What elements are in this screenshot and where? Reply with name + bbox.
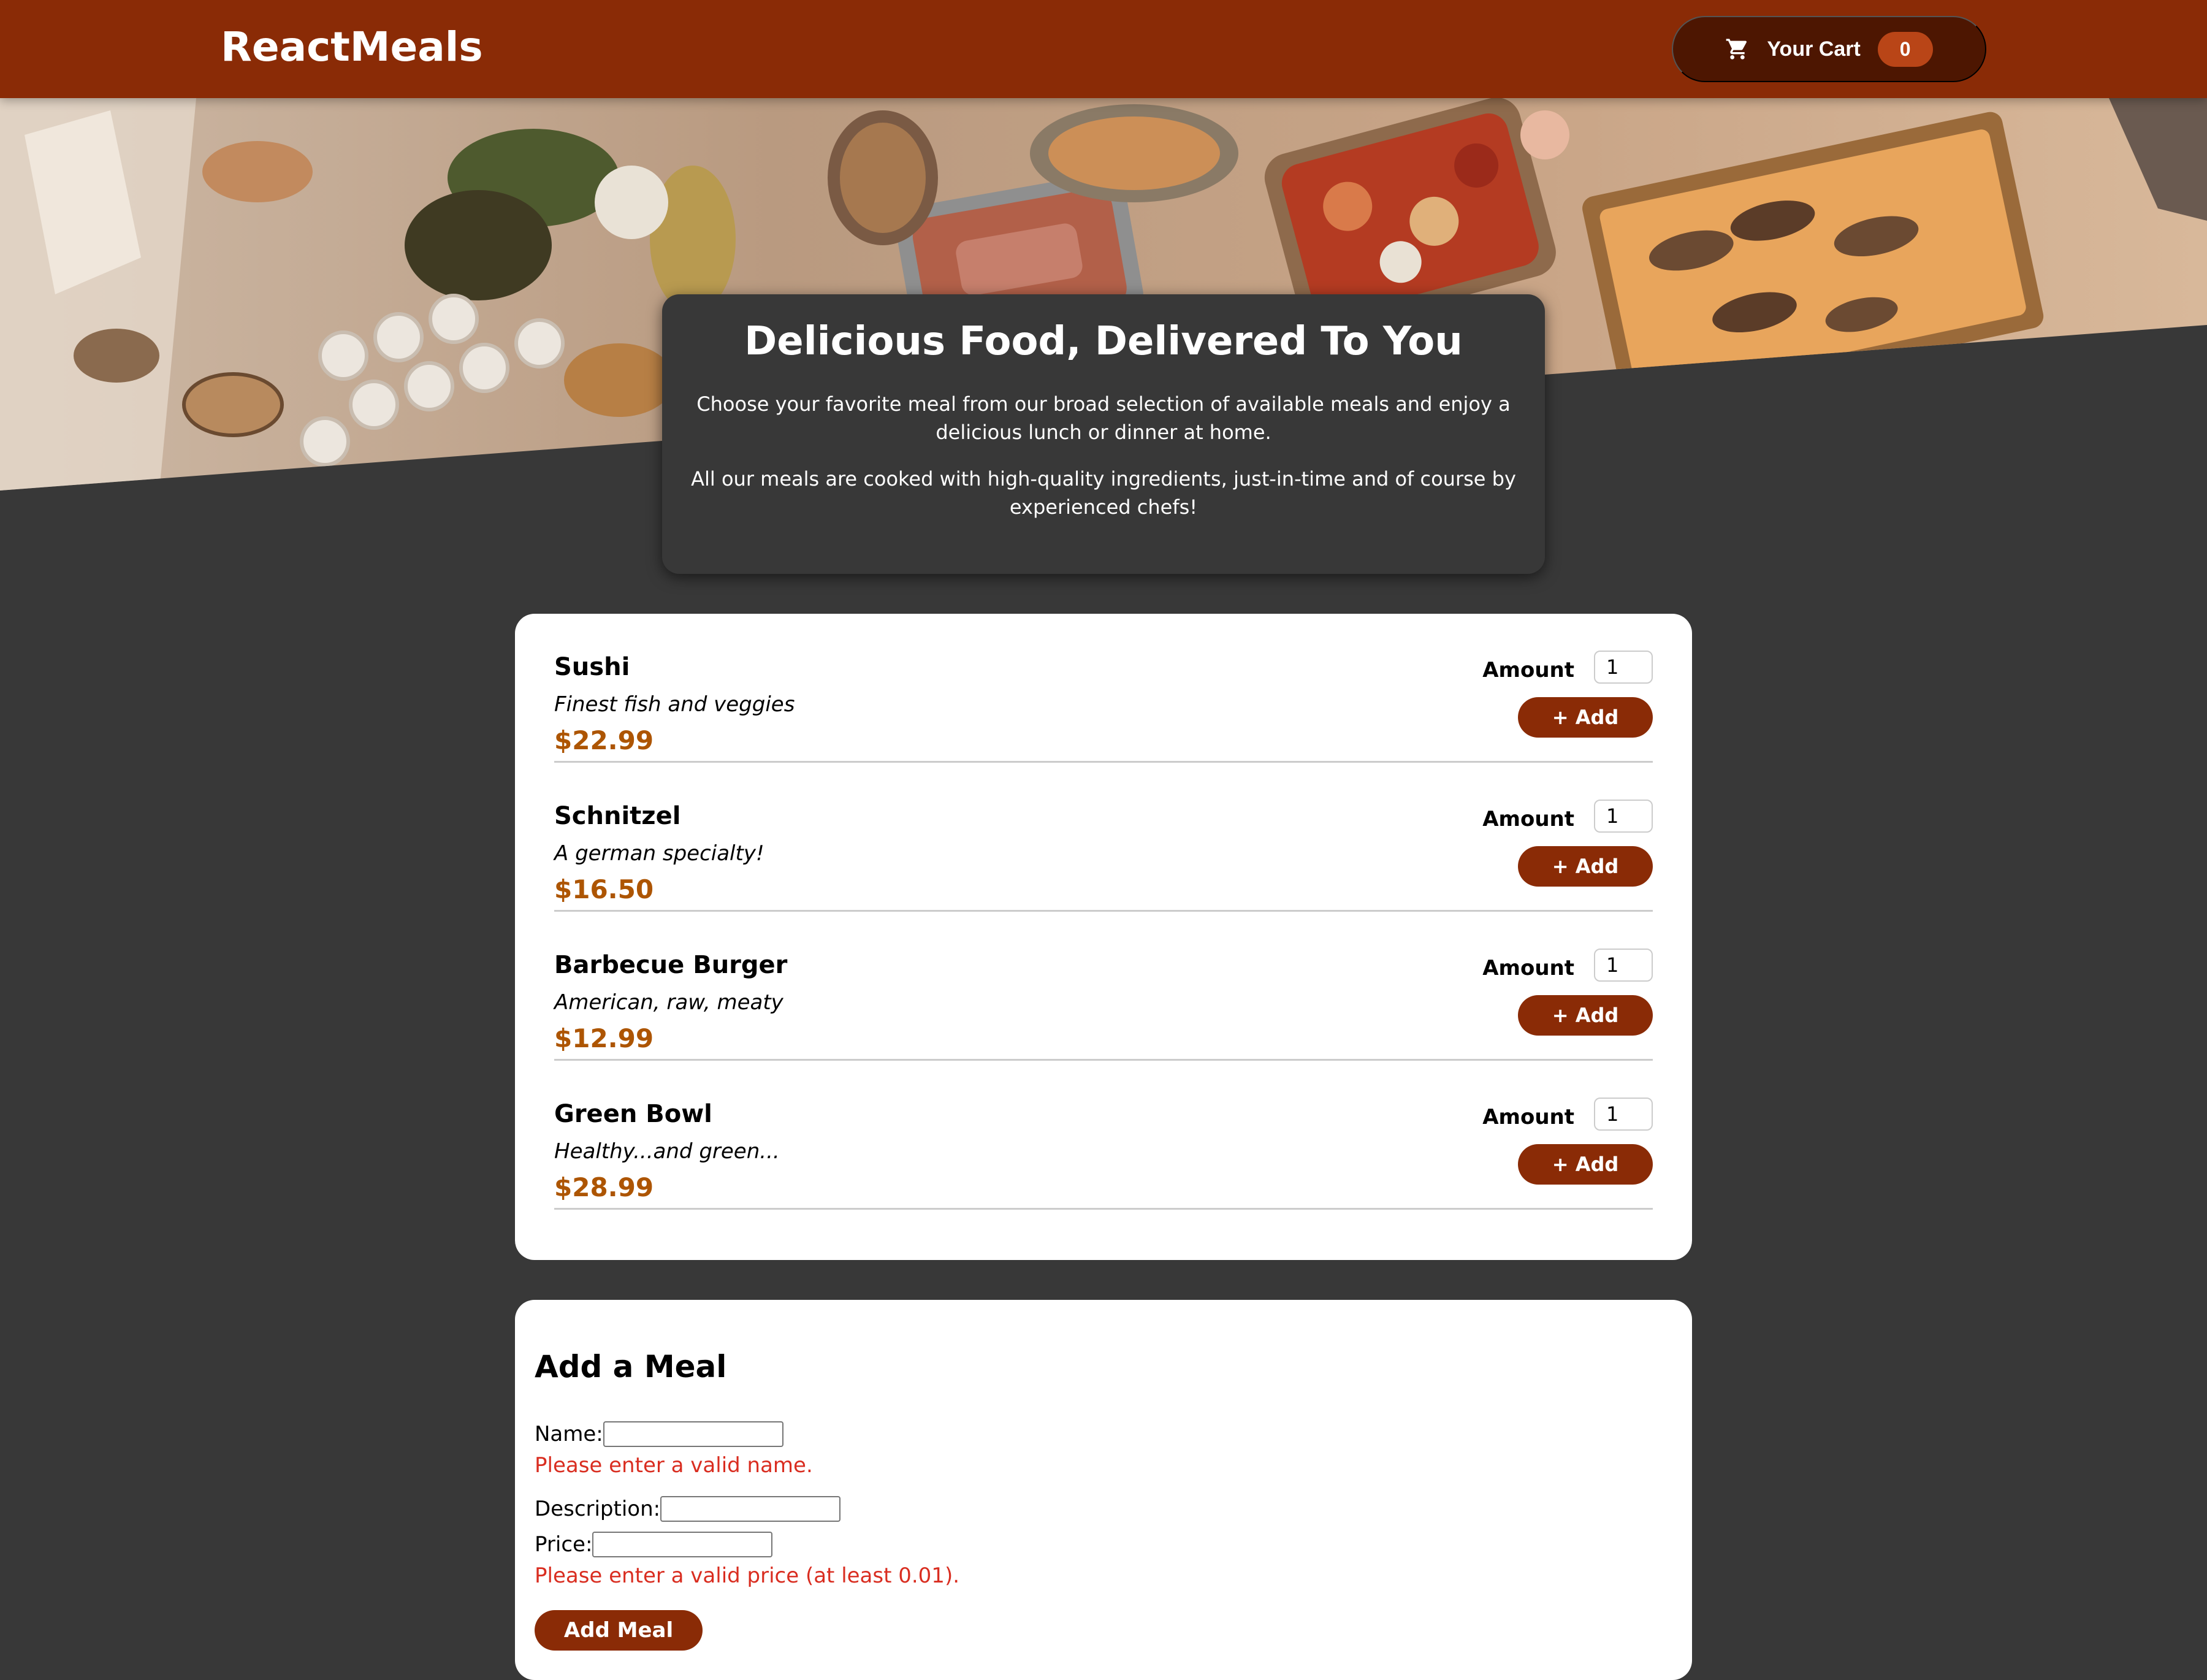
meal-description: American, raw, meaty <box>554 990 783 1015</box>
summary-paragraph-1: Choose your favorite meal from our broad… <box>696 392 1511 444</box>
meals-summary: Delicious Food, Delivered To You Choose … <box>662 294 1545 574</box>
cart-icon <box>1725 37 1750 61</box>
meal-name: Green Bowl <box>554 1100 712 1128</box>
add-meal-title: Add a Meal <box>535 1349 727 1384</box>
logo: ReactMeals <box>221 23 483 71</box>
add-meal-card: Add a Meal Name: Please enter a valid na… <box>515 1300 1692 1680</box>
amount-input[interactable] <box>1594 1098 1653 1131</box>
amount-label: Amount <box>1482 1105 1574 1129</box>
description-input[interactable] <box>660 1496 841 1522</box>
cart-label: Your Cart <box>1767 37 1861 61</box>
amount-input[interactable] <box>1594 949 1653 982</box>
price-field-row: Price: <box>535 1530 1672 1559</box>
add-to-cart-button[interactable]: + Add <box>1518 995 1653 1036</box>
name-input[interactable] <box>603 1421 783 1447</box>
price-input[interactable] <box>592 1532 773 1557</box>
description-field-row: Description: <box>535 1495 1672 1523</box>
description-label: Description: <box>535 1497 661 1521</box>
meal-item: Barbecue Burger American, raw, meaty $12… <box>554 912 1653 1061</box>
meal-description: A german specialty! <box>554 841 764 866</box>
name-error-message: Please enter a valid name. <box>535 1453 813 1478</box>
meal-name: Barbecue Burger <box>554 951 788 979</box>
add-to-cart-button[interactable]: + Add <box>1518 1144 1653 1185</box>
meal-price: $28.99 <box>554 1172 654 1202</box>
meal-price: $12.99 <box>554 1023 654 1053</box>
price-error-message: Please enter a valid price (at least 0.0… <box>535 1564 960 1588</box>
meals-card: Sushi Finest fish and veggies $22.99 Amo… <box>515 614 1692 1260</box>
meals-list: Sushi Finest fish and veggies $22.99 Amo… <box>554 614 1653 1210</box>
meal-name: Sushi <box>554 653 630 681</box>
summary-paragraph-2: All our meals are cooked with high-quali… <box>691 467 1516 519</box>
add-meal-button[interactable]: Add Meal <box>535 1610 703 1651</box>
amount-input[interactable] <box>1594 800 1653 833</box>
cart-button[interactable]: Your Cart 0 <box>1672 16 1986 82</box>
meal-name: Schnitzel <box>554 802 681 830</box>
meal-price: $22.99 <box>554 725 654 755</box>
amount-label: Amount <box>1482 658 1574 682</box>
meal-item: Green Bowl Healthy...and green... $28.99… <box>554 1061 1653 1210</box>
amount-input[interactable] <box>1594 651 1653 684</box>
add-to-cart-button[interactable]: + Add <box>1518 697 1653 738</box>
price-label: Price: <box>535 1532 593 1557</box>
name-label: Name: <box>535 1422 603 1446</box>
name-field-row: Name: <box>535 1420 1672 1448</box>
meal-description: Healthy...and green... <box>554 1139 780 1164</box>
amount-label: Amount <box>1482 956 1574 980</box>
meal-description: Finest fish and veggies <box>554 692 795 717</box>
meal-item: Schnitzel A german specialty! $16.50 Amo… <box>554 763 1653 912</box>
meal-price: $16.50 <box>554 874 654 904</box>
amount-label: Amount <box>1482 807 1574 831</box>
cart-count-badge: 0 <box>1877 31 1933 67</box>
app-header: ReactMeals Your Cart 0 <box>0 0 2207 98</box>
add-to-cart-button[interactable]: + Add <box>1518 846 1653 887</box>
summary-title: Delicious Food, Delivered To You <box>744 319 1463 364</box>
meal-item: Sushi Finest fish and veggies $22.99 Amo… <box>554 614 1653 763</box>
